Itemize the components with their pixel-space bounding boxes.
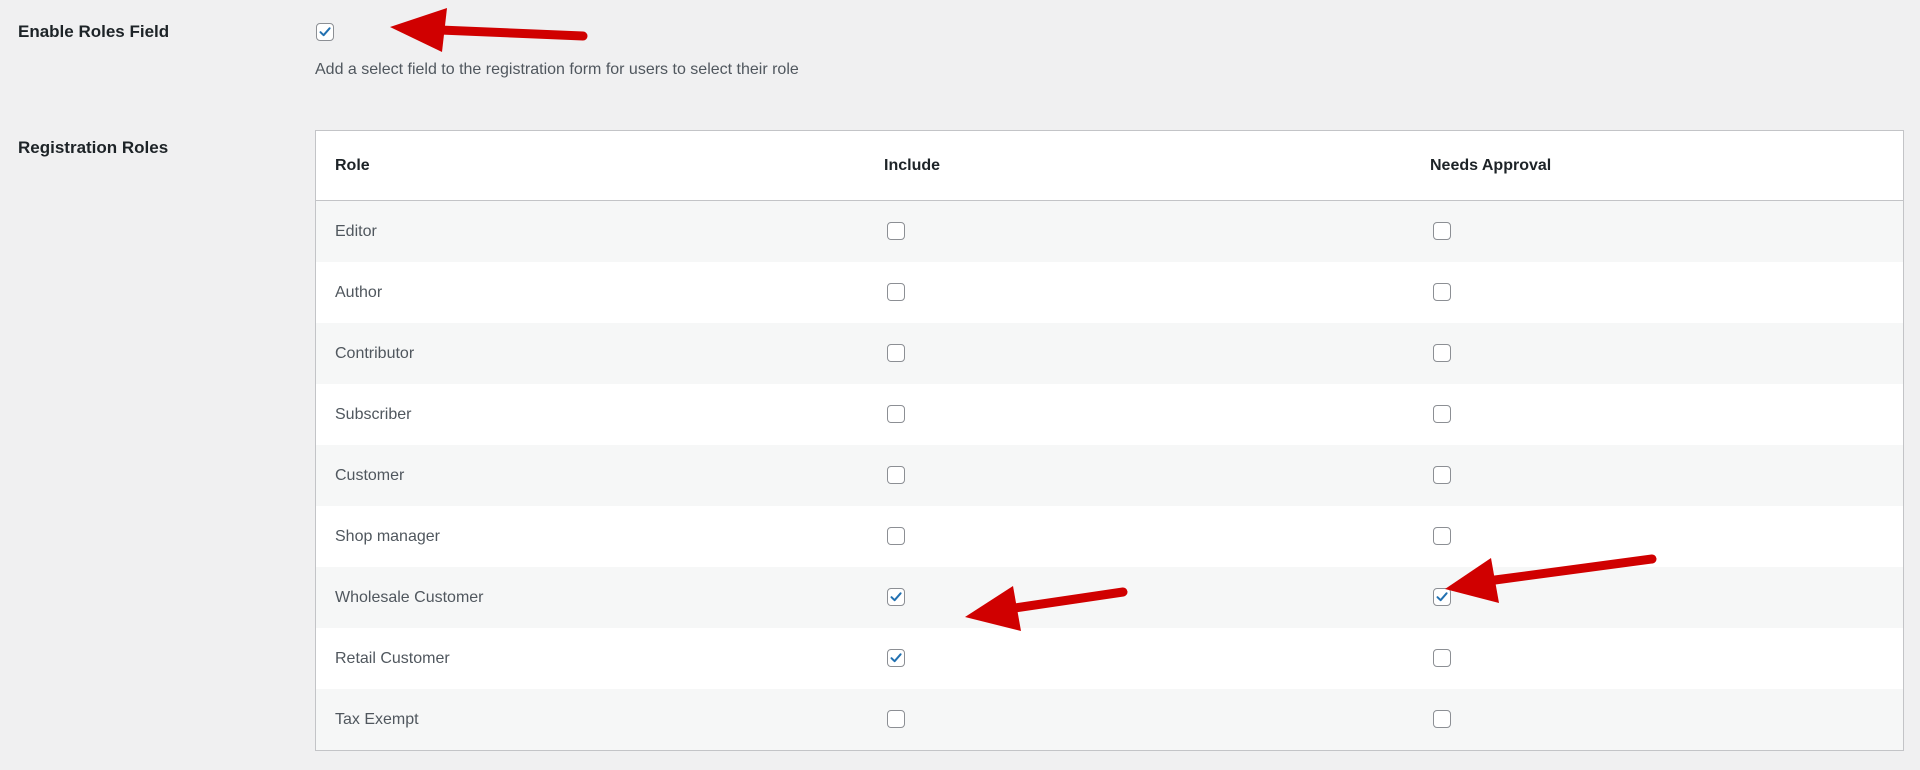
needs-approval-checkbox[interactable] [1433, 710, 1451, 729]
role-name: Editor [315, 200, 865, 262]
table-row: Editor [315, 200, 1904, 262]
needs-approval-checkbox[interactable] [1433, 222, 1451, 241]
enable-roles-checkbox[interactable] [316, 23, 334, 41]
include-checkbox[interactable] [887, 344, 905, 363]
column-header-needs-approval: Needs Approval [1411, 130, 1904, 201]
table-row: Subscriber [315, 384, 1904, 445]
table-row: Retail Customer [315, 628, 1904, 689]
table-row: Tax Exempt [315, 689, 1904, 751]
column-header-include: Include [865, 130, 1411, 201]
table-row: Author [315, 262, 1904, 323]
table-header-row: Role Include Needs Approval [315, 130, 1904, 201]
role-name: Wholesale Customer [315, 567, 865, 628]
role-name: Subscriber [315, 384, 865, 445]
role-name: Retail Customer [315, 628, 865, 689]
role-name: Shop manager [315, 506, 865, 567]
needs-approval-checkbox[interactable] [1433, 466, 1451, 485]
role-name: Author [315, 262, 865, 323]
include-checkbox[interactable] [887, 283, 905, 302]
needs-approval-checkbox[interactable] [1433, 344, 1451, 363]
table-row: Shop manager [315, 506, 1904, 567]
include-checkbox[interactable] [887, 466, 905, 485]
needs-approval-checkbox[interactable] [1433, 527, 1451, 546]
column-header-role: Role [315, 130, 865, 201]
needs-approval-checkbox[interactable] [1433, 405, 1451, 424]
enable-roles-label: Enable Roles Field [18, 22, 170, 41]
enable-roles-description: Add a select field to the registration f… [315, 61, 799, 78]
include-checkbox[interactable] [887, 710, 905, 729]
needs-approval-checkbox[interactable] [1433, 283, 1451, 302]
table-row: Wholesale Customer [315, 567, 1904, 628]
registration-roles-table: Role Include Needs Approval Editor Autho… [315, 130, 1904, 751]
include-checkbox[interactable] [887, 222, 905, 241]
include-checkbox[interactable] [887, 527, 905, 546]
needs-approval-checkbox[interactable] [1433, 649, 1451, 668]
arrow-icon [390, 8, 588, 52]
include-checkbox[interactable] [887, 588, 905, 607]
role-name: Customer [315, 445, 865, 506]
role-name: Tax Exempt [315, 689, 865, 751]
registration-roles-label: Registration Roles [18, 138, 169, 157]
role-name: Contributor [315, 323, 865, 384]
include-checkbox[interactable] [887, 405, 905, 424]
table-row: Customer [315, 445, 1904, 506]
include-checkbox[interactable] [887, 649, 905, 668]
table-row: Contributor [315, 323, 1904, 384]
needs-approval-checkbox[interactable] [1433, 588, 1451, 607]
